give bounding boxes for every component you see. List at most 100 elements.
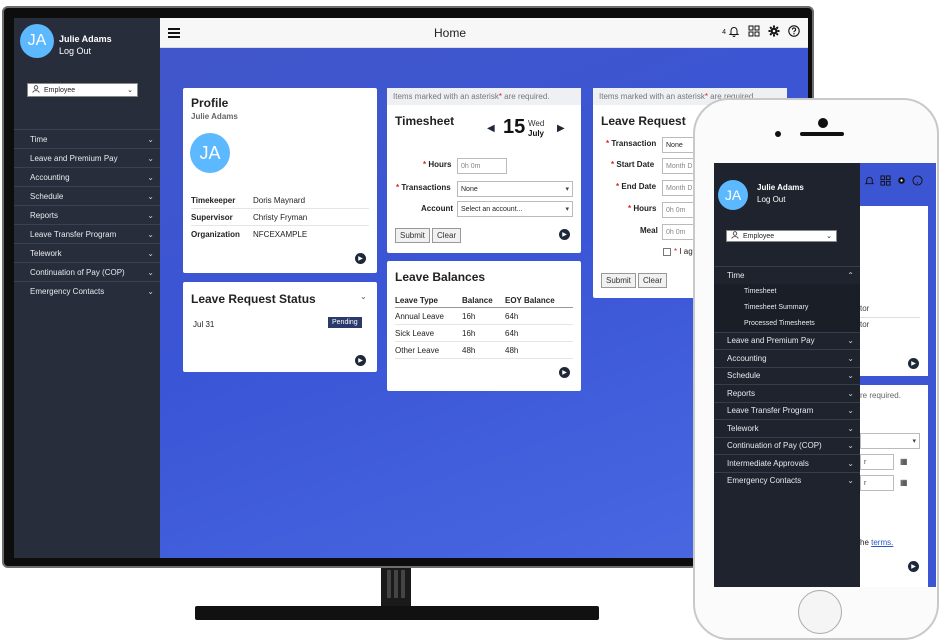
sidebar-item-reports[interactable]: Reports ⌄	[14, 205, 160, 224]
calendar-icon[interactable]: ▦	[900, 457, 908, 466]
transaction-value: None	[666, 141, 683, 149]
sidebar-item-label: Leave Transfer Program	[30, 229, 117, 239]
leave-status-go-button[interactable]: ▶	[355, 355, 366, 366]
bell-icon[interactable]	[864, 173, 875, 191]
table-cell: Annual Leave	[395, 311, 444, 321]
sidebar-item-intermediate-approvals[interactable]: Intermediate Approvals ⌄	[714, 454, 860, 472]
sidebar-item-cop[interactable]: Continuation of Pay (COP) ⌄	[14, 262, 160, 281]
gear-icon[interactable]	[896, 173, 907, 191]
profile-name: Julie Adams	[191, 112, 238, 121]
transactions-label-text: Transactions	[401, 183, 451, 192]
sidebar-item-time[interactable]: Time ⌄	[14, 129, 160, 148]
apps-grid-icon[interactable]	[880, 173, 891, 191]
leave-balances-table: Leave Type Balance EOY Balance Annual Le…	[395, 293, 573, 359]
column-header: Leave Type	[395, 295, 438, 305]
avatar[interactable]: JA	[718, 180, 748, 210]
peek-text: r	[864, 479, 867, 487]
sidebar-item-accounting[interactable]: Accounting ⌄	[14, 167, 160, 186]
leave-clear-button[interactable]: Clear	[638, 273, 668, 288]
status-badge: Pending	[328, 317, 362, 328]
sidebar-subitem-processed-timesheets[interactable]: Processed Timesheets	[714, 315, 860, 332]
table-cell: 48h	[505, 345, 519, 355]
chevron-down-icon: ⌄	[826, 233, 832, 240]
peek-date-field[interactable]: r	[860, 454, 894, 470]
sidebar-item-reports[interactable]: Reports ⌄	[714, 384, 860, 402]
chevron-down-icon: ⌄	[147, 286, 154, 296]
sidebar-item-leave-transfer-program[interactable]: Leave Transfer Program ⌄	[714, 401, 860, 420]
go-button[interactable]: ▶	[908, 358, 919, 369]
help-icon[interactable]	[788, 25, 800, 40]
profile-label: Supervisor	[191, 212, 233, 222]
transactions-select[interactable]: None ▾	[457, 181, 573, 197]
avatar[interactable]: JA	[20, 24, 54, 58]
chevron-down-icon: ⌄	[847, 423, 854, 433]
table-cell: 16h	[462, 328, 476, 338]
help-icon[interactable]	[912, 173, 923, 191]
sidebar-item-cop[interactable]: Continuation of Pay (COP) ⌄	[714, 436, 860, 455]
desktop-screen: JA Julie Adams Log Out Employee ⌄ Time ⌄ …	[14, 18, 808, 558]
sidebar-subitem-label: Processed Timesheets	[744, 320, 815, 327]
start-date-label-text: Start Date	[616, 160, 655, 169]
chevron-down-icon[interactable]: ⌄	[360, 292, 367, 301]
sidebar-item-label: Leave and Premium Pay	[727, 336, 815, 346]
profile-card: Profile Julie Adams JA Timekeeper Doris …	[183, 88, 377, 273]
leave-status-title: Leave Request Status	[191, 292, 316, 306]
account-label: Account	[421, 204, 453, 213]
leave-balances-go-button[interactable]: ▶	[559, 367, 570, 378]
table-row: Sick Leave 16h 64h	[395, 325, 573, 342]
profile-title: Profile	[191, 96, 229, 110]
profile-go-button[interactable]: ▶	[355, 253, 366, 264]
gear-icon[interactable]	[768, 25, 780, 40]
sidebar-subitem-timesheet[interactable]: Timesheet	[714, 283, 860, 300]
chevron-down-icon: ⌄	[147, 134, 154, 144]
leave-hours-label: * Hours	[628, 204, 657, 213]
phone-home-button[interactable]	[798, 590, 842, 634]
top-bar: Home 4	[160, 18, 808, 48]
leave-submit-button[interactable]: Submit	[601, 273, 636, 288]
sidebar-item-accounting[interactable]: Accounting ⌄	[714, 349, 860, 367]
sidebar-item-telework[interactable]: Telework ⌄	[14, 243, 160, 262]
sidebar-item-leave-and-premium-pay[interactable]: Leave and Premium Pay ⌄	[14, 148, 160, 167]
timesheet-submit-button[interactable]: Submit	[395, 228, 430, 243]
sidebar-item-emergency-contacts[interactable]: Emergency Contacts ⌄	[14, 281, 160, 300]
agree-checkbox[interactable]	[663, 248, 671, 256]
timesheet-go-button[interactable]: ▶	[559, 229, 570, 240]
chevron-down-icon: ⌄	[847, 353, 854, 363]
start-date-placeholder: Month D	[666, 162, 693, 170]
peek-text: r	[864, 458, 867, 466]
sidebar-item-label: Time	[727, 270, 745, 280]
sidebar-subitem-timesheet-summary[interactable]: Timesheet Summary	[714, 299, 860, 316]
sidebar-item-leave-and-premium-pay[interactable]: Leave and Premium Pay ⌄	[714, 331, 860, 350]
sidebar-item-label: Schedule	[30, 191, 64, 201]
sidebar-item-telework[interactable]: Telework ⌄	[714, 419, 860, 437]
sidebar-item-time[interactable]: Time ⌃	[714, 266, 860, 284]
role-select[interactable]: Employee ⌄	[27, 83, 138, 97]
timesheet-clear-button[interactable]: Clear	[432, 228, 462, 243]
calendar-icon[interactable]: ▦	[900, 478, 908, 487]
logout-link[interactable]: Log Out	[757, 195, 785, 204]
sidebar-item-leave-transfer-program[interactable]: Leave Transfer Program ⌄	[14, 224, 160, 243]
sidebar-item-label: Reports	[727, 388, 756, 398]
hours-input[interactable]: 0h 0m	[457, 158, 507, 174]
next-day-icon[interactable]: ▶	[557, 123, 565, 134]
chevron-down-icon: ⌄	[147, 191, 154, 201]
sidebar-item-emergency-contacts[interactable]: Emergency Contacts ⌄	[714, 471, 860, 490]
table-header: Leave Type Balance EOY Balance	[395, 293, 573, 308]
role-select[interactable]: Employee ⌄	[726, 230, 837, 242]
peek-select[interactable]: ▾	[860, 433, 920, 449]
terms-link[interactable]: terms.	[871, 538, 893, 547]
logout-link[interactable]: Log Out	[59, 46, 91, 56]
chevron-down-icon: ⌄	[147, 210, 154, 220]
bell-icon[interactable]	[728, 25, 740, 40]
sidebar-item-schedule[interactable]: Schedule ⌄	[714, 366, 860, 385]
go-button[interactable]: ▶	[908, 561, 919, 572]
sidebar-item-label: Accounting	[727, 353, 767, 363]
apps-grid-icon[interactable]	[748, 25, 760, 40]
account-select[interactable]: Select an account... ▾	[457, 201, 573, 217]
sidebar-item-schedule[interactable]: Schedule ⌄	[14, 186, 160, 205]
table-cell: Other Leave	[395, 345, 440, 355]
table-cell: 48h	[462, 345, 476, 355]
peek-date-field[interactable]: r	[860, 475, 894, 491]
prev-day-icon[interactable]: ◀	[487, 123, 495, 134]
chevron-down-icon: ⌄	[847, 336, 854, 346]
